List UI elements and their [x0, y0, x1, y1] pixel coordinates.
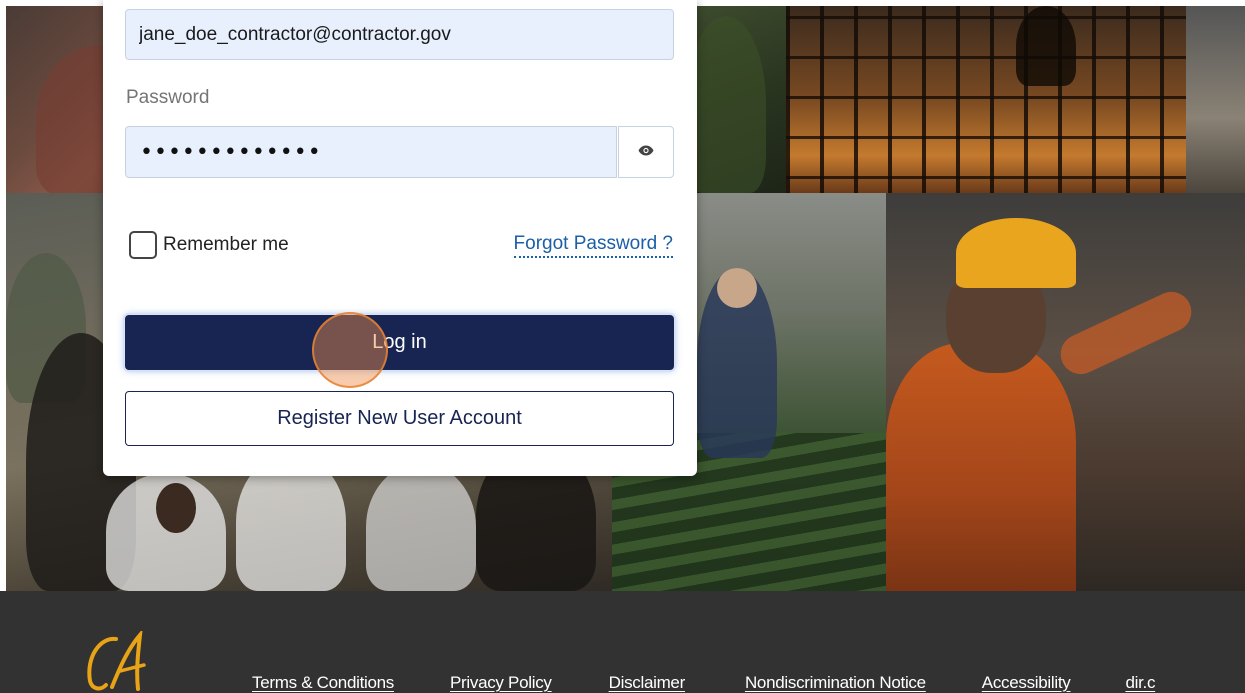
email-input[interactable] — [125, 9, 674, 60]
remember-me-label: Remember me — [163, 234, 289, 255]
password-input[interactable] — [125, 126, 617, 178]
footer-link-terms[interactable]: Terms & Conditions — [252, 673, 394, 693]
footer-link-nondiscrimination[interactable]: Nondiscrimination Notice — [745, 673, 926, 693]
hero-photo-engineer — [886, 193, 1245, 591]
footer-link-privacy[interactable]: Privacy Policy — [450, 673, 552, 693]
page: Password Remember me Forgot Password ? L… — [0, 0, 1245, 693]
login-card: Password Remember me Forgot Password ? L… — [103, 0, 697, 476]
ca-logo[interactable] — [82, 628, 152, 693]
remember-me-checkbox[interactable] — [129, 231, 157, 259]
register-button[interactable]: Register New User Account — [125, 391, 674, 446]
forgot-password-link[interactable]: Forgot Password ? — [513, 232, 673, 258]
footer-links: Terms & Conditions Privacy Policy Discla… — [252, 673, 1211, 693]
footer-link-disclaimer[interactable]: Disclaimer — [609, 673, 686, 693]
password-label: Password — [126, 87, 210, 108]
show-password-button[interactable] — [618, 126, 674, 178]
footer: Terms & Conditions Privacy Policy Discla… — [0, 591, 1245, 693]
eye-icon — [638, 143, 654, 161]
footer-link-dir[interactable]: dir.c — [1125, 673, 1155, 693]
footer-link-accessibility[interactable]: Accessibility — [982, 673, 1071, 693]
hero-photo-warehouse — [1186, 6, 1245, 193]
login-button[interactable]: Log in — [125, 315, 674, 370]
remember-me-option[interactable]: Remember me — [129, 231, 289, 259]
hero-photo-scaffold — [786, 6, 1186, 193]
